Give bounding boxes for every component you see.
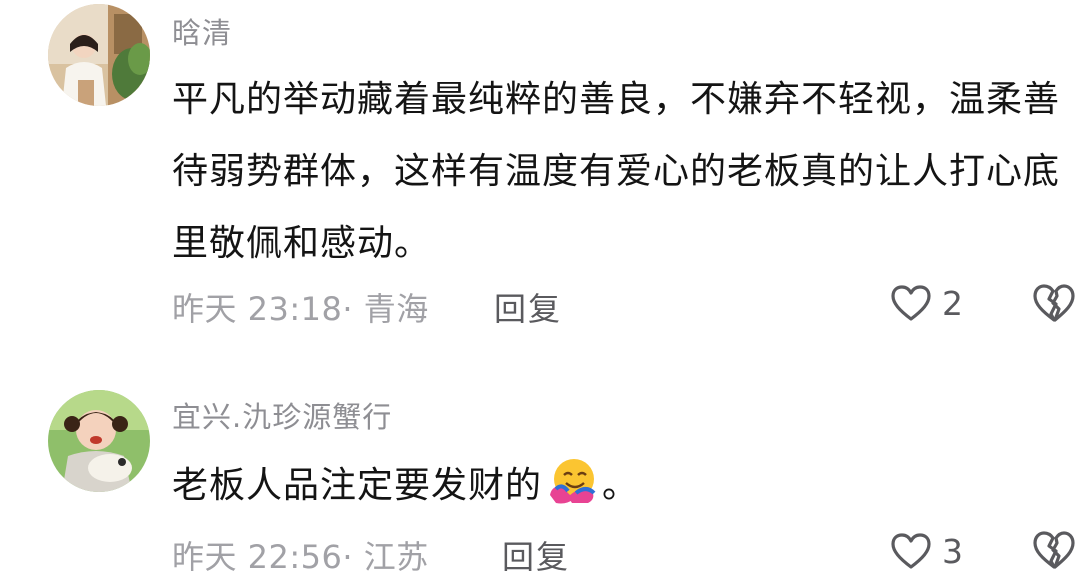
- broken-heart-icon[interactable]: [1032, 530, 1076, 570]
- avatar[interactable]: [48, 390, 150, 492]
- reply-button[interactable]: 回复: [502, 532, 570, 578]
- comment-time-location: 昨天 23:18· 青海: [172, 290, 429, 328]
- comment-text: 平凡的举动藏着最纯粹的善良，不嫌弃不轻视，温柔善待弱势群体，这样有温度有爱心的老…: [172, 79, 1061, 264]
- username[interactable]: 宜兴.氿珍源蟹行: [172, 394, 392, 436]
- username[interactable]: 晗清: [172, 10, 232, 52]
- heart-outline-icon[interactable]: [890, 532, 932, 570]
- comment-time-location: 昨天 22:56· 江苏: [172, 538, 429, 576]
- comment-text-end: 。: [602, 465, 640, 506]
- avatar[interactable]: [48, 4, 150, 106]
- hugging-face-emoji: [550, 459, 596, 504]
- broken-heart-icon[interactable]: [1032, 283, 1076, 323]
- reply-button[interactable]: 回复: [494, 284, 562, 330]
- comment-text-main: 老板人品注定要发财的: [172, 465, 543, 506]
- like-count: 2: [942, 284, 963, 323]
- heart-outline-icon[interactable]: [890, 284, 932, 322]
- comment-text: 老板人品注定要发财的 。: [172, 450, 1062, 522]
- like-count: 3: [942, 532, 963, 571]
